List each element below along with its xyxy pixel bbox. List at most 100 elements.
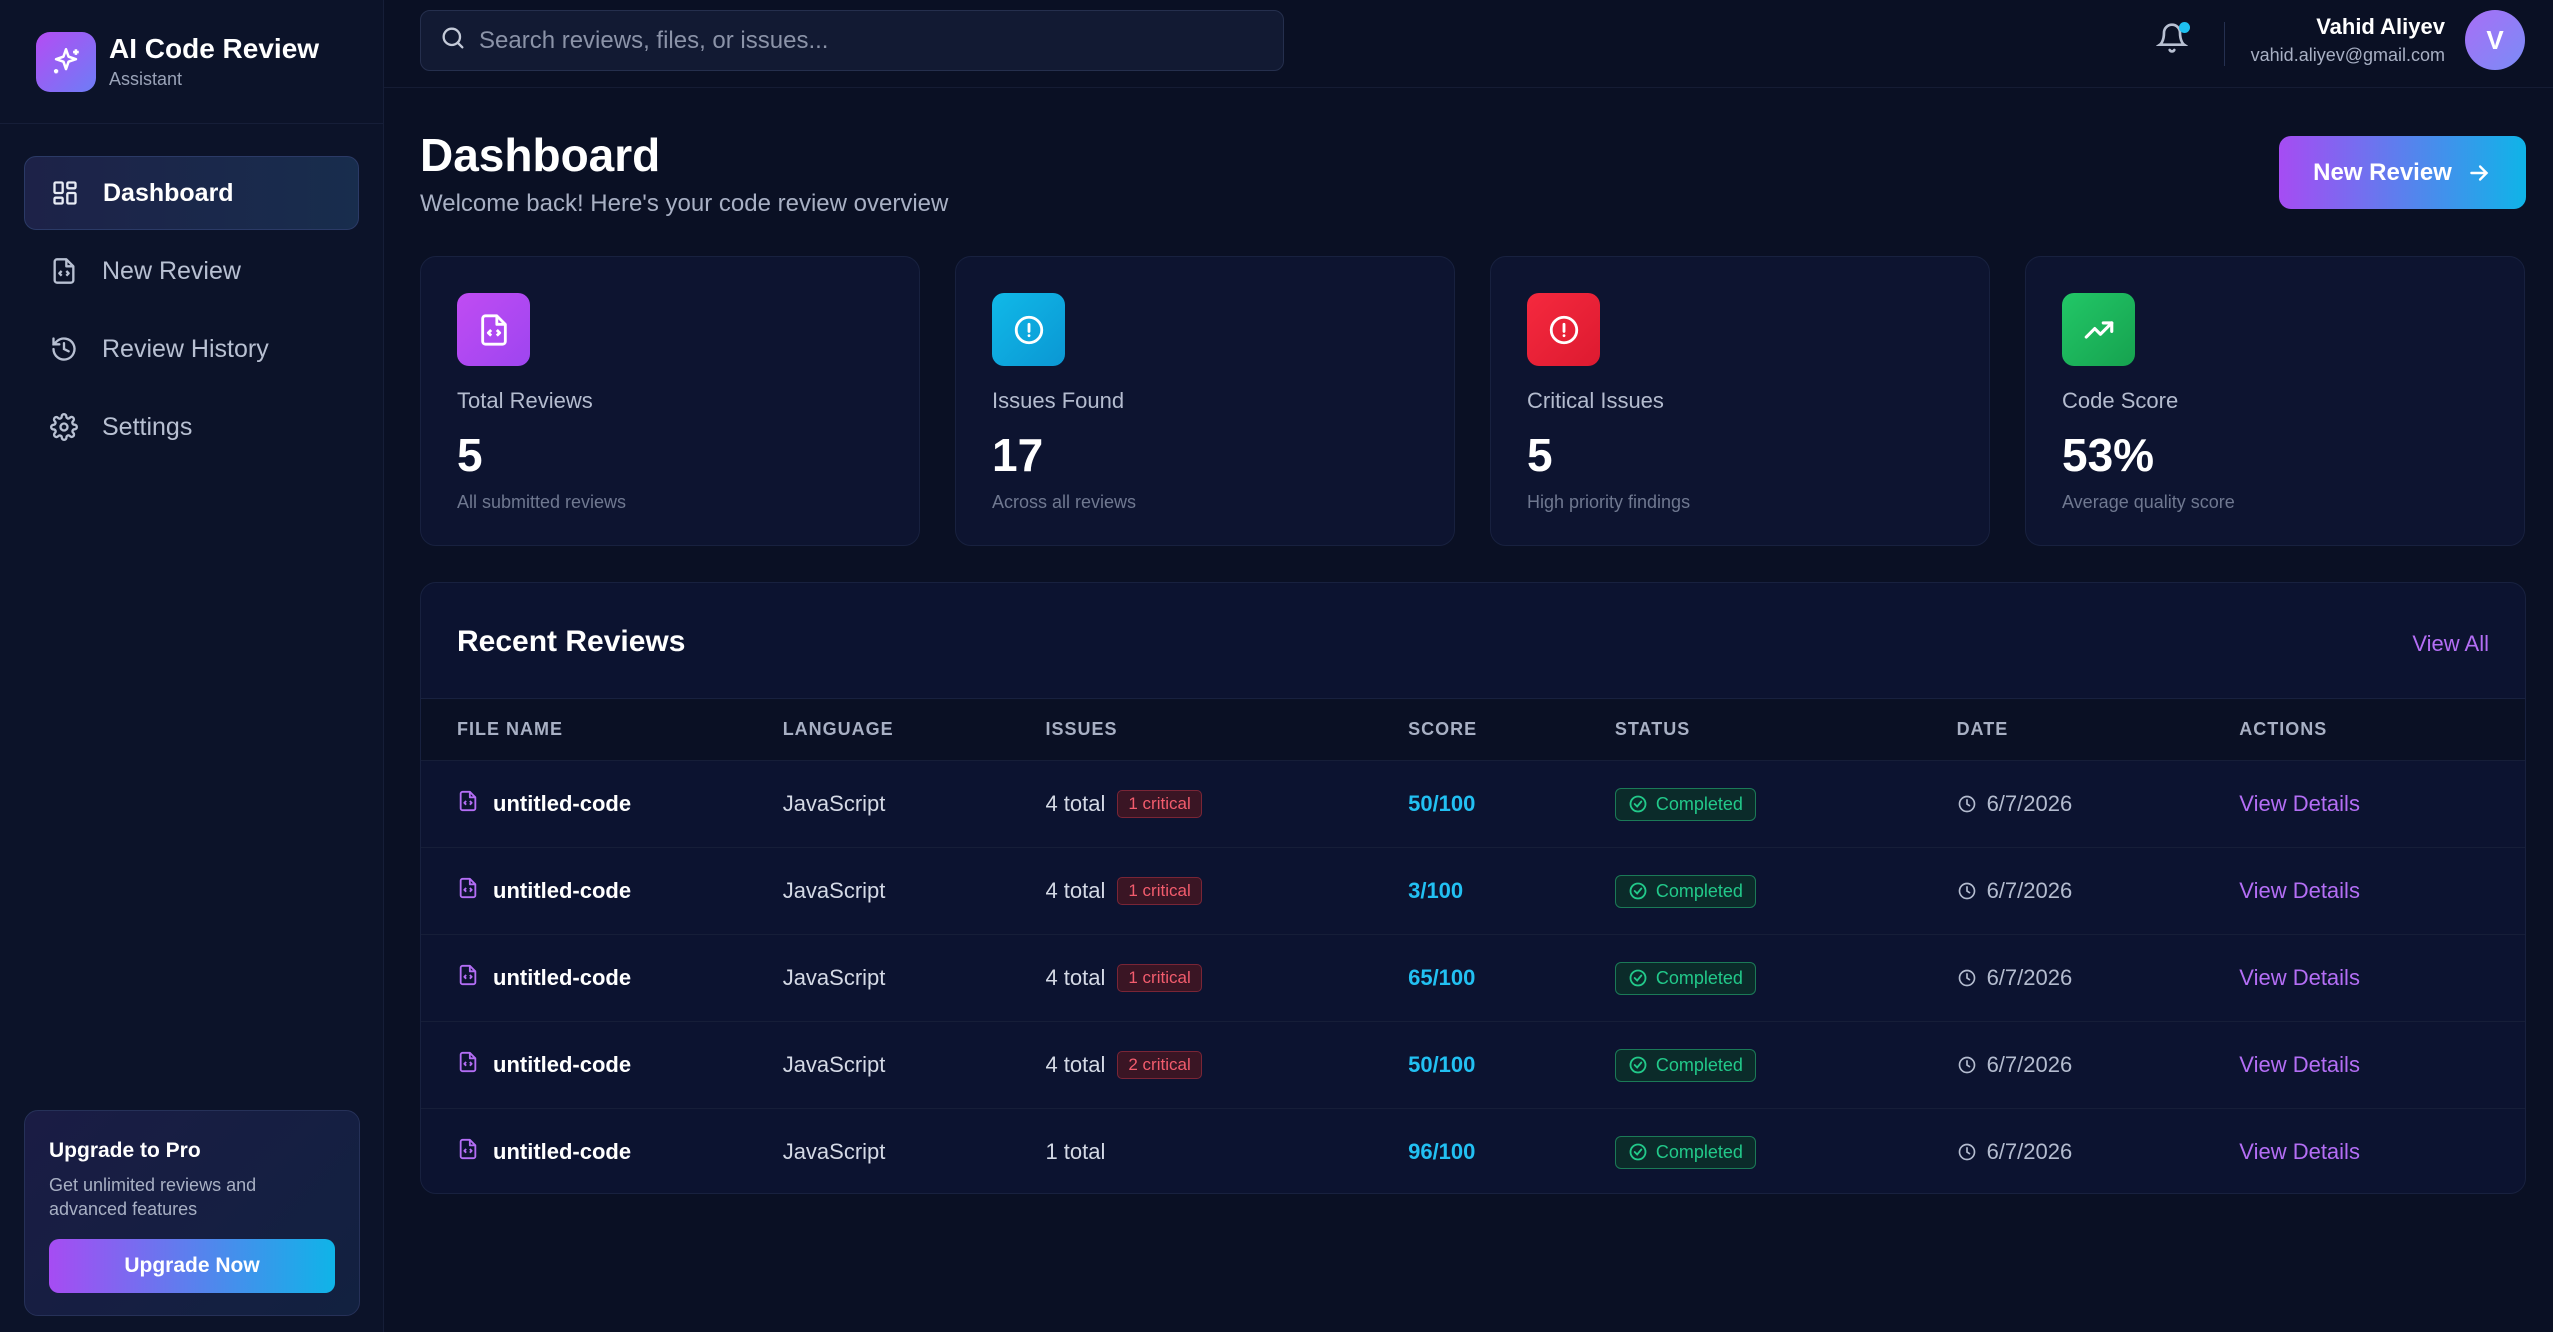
file-code-icon: [457, 293, 530, 366]
file-code-icon: [457, 1138, 479, 1166]
view-all-link[interactable]: View All: [2412, 631, 2489, 657]
language: JavaScript: [782, 878, 886, 903]
stat-note: Across all reviews: [992, 492, 1137, 512]
history-icon: [50, 334, 80, 364]
issue-count: 4 total: [1045, 965, 1106, 990]
stat-label: Critical Issues: [1527, 388, 1664, 413]
language: JavaScript: [782, 1139, 886, 1164]
clock-icon: [1958, 882, 1975, 900]
trending-up-icon: [2062, 293, 2135, 366]
notification-bell-button[interactable]: [2155, 22, 2190, 56]
issue-count: 1 total: [1045, 1139, 1106, 1164]
score: 3/100: [1408, 878, 1464, 903]
search-input[interactable]: [479, 26, 1259, 55]
status-badge: Completed: [1614, 787, 1756, 821]
view-details-link[interactable]: View Details: [2239, 1052, 2360, 1077]
sidebar-item-label: Review History: [102, 334, 269, 363]
sparkles-icon: [36, 31, 96, 92]
stat-value: 17: [992, 429, 1044, 481]
sidebar-item-new-review[interactable]: New Review: [24, 234, 359, 308]
view-details-link[interactable]: View Details: [2239, 791, 2360, 816]
critical-badge: 2 critical: [1117, 1051, 1202, 1079]
sidebar-item-review-history[interactable]: Review History: [24, 312, 359, 386]
sidebar: AI Code Review Assistant Dashboard New R…: [0, 0, 384, 1332]
language: JavaScript: [782, 1052, 886, 1077]
view-details-link[interactable]: View Details: [2239, 878, 2360, 903]
arrow-right-icon: [2470, 164, 2489, 181]
issue-count: 4 total: [1045, 878, 1106, 903]
status-label: Completed: [1655, 1141, 1743, 1162]
sidebar-item-label: Dashboard: [103, 178, 234, 207]
stat-value: 53%: [2062, 429, 2155, 481]
stat-note: High priority findings: [1527, 492, 1691, 512]
file-name: untitled-code: [493, 1139, 632, 1164]
check-circle-icon: [1629, 795, 1647, 813]
user-email: vahid.aliyev@gmail.com: [2250, 45, 2445, 65]
brand: AI Code Review Assistant: [0, 0, 383, 124]
status-label: Completed: [1655, 1054, 1743, 1075]
clock-icon: [1958, 1143, 1975, 1161]
status-label: Completed: [1655, 880, 1743, 901]
stat-note: Average quality score: [2062, 492, 2235, 512]
column-header: STATUS: [1614, 719, 1691, 739]
alert-circle-icon: [992, 293, 1065, 366]
sidebar-item-label: Settings: [102, 412, 193, 441]
score: 50/100: [1408, 791, 1476, 816]
grid-icon: [51, 178, 81, 208]
column-header: LANGUAGE: [782, 719, 894, 739]
stat-label: Issues Found: [992, 388, 1125, 413]
table-row: untitled-code JavaScript 4 total 1 criti…: [421, 934, 2525, 1021]
stat-value: 5: [457, 429, 483, 481]
page-subtitle: Welcome back! Here's your code review ov…: [420, 190, 949, 217]
status-label: Completed: [1655, 967, 1743, 988]
table-row: untitled-code JavaScript 1 total 96/100 …: [421, 1108, 2525, 1193]
file-name: untitled-code: [493, 1052, 632, 1077]
sidebar-nav: Dashboard New Review Review History Sett…: [0, 124, 383, 464]
new-review-button[interactable]: New Review: [2279, 136, 2526, 209]
score: 96/100: [1408, 1139, 1476, 1164]
topbar: Vahid Aliyev vahid.aliyev@gmail.com V: [384, 0, 2553, 88]
table-body: untitled-code JavaScript 4 total 1 criti…: [421, 760, 2525, 1193]
table-row: untitled-code JavaScript 4 total 1 criti…: [421, 847, 2525, 934]
table-row: untitled-code JavaScript 4 total 2 criti…: [421, 1021, 2525, 1108]
language: JavaScript: [782, 965, 886, 990]
upgrade-title: Upgrade to Pro: [49, 1139, 201, 1162]
sidebar-item-label: New Review: [102, 256, 241, 285]
critical-badge: 1 critical: [1117, 964, 1202, 992]
review-date: 6/7/2026: [1986, 791, 2073, 816]
file-code-icon: [50, 256, 80, 286]
notification-dot: [2179, 22, 2190, 33]
file-name: untitled-code: [493, 878, 632, 903]
column-header: ISSUES: [1045, 719, 1118, 739]
upgrade-now-button[interactable]: Upgrade Now: [49, 1239, 335, 1293]
stat-card-code-score: Code Score 53% Average quality score: [2025, 256, 2525, 546]
clock-icon: [1958, 795, 1975, 813]
status-badge: Completed: [1614, 1135, 1756, 1169]
check-circle-icon: [1629, 1056, 1647, 1074]
search-icon: [439, 24, 467, 57]
column-header: ACTIONS: [2239, 719, 2328, 739]
sidebar-item-dashboard[interactable]: Dashboard: [24, 156, 359, 230]
brand-subtitle: Assistant: [109, 69, 183, 89]
main-content: Vahid Aliyev vahid.aliyev@gmail.com V Da…: [384, 0, 2553, 1332]
stat-label: Code Score: [2062, 388, 2179, 413]
table-row: untitled-code JavaScript 4 total 1 criti…: [421, 760, 2525, 847]
review-date: 6/7/2026: [1986, 1139, 2073, 1164]
check-circle-icon: [1629, 882, 1647, 900]
stat-card-issues-found: Issues Found 17 Across all reviews: [955, 256, 1455, 546]
avatar[interactable]: V: [2465, 10, 2525, 70]
check-circle-icon: [1629, 969, 1647, 987]
critical-badge: 1 critical: [1117, 790, 1202, 818]
view-details-link[interactable]: View Details: [2239, 965, 2360, 990]
user-name: Vahid Aliyev: [2316, 14, 2445, 39]
search-bar[interactable]: [420, 10, 1284, 71]
score: 65/100: [1408, 965, 1476, 990]
page-title: Dashboard: [420, 129, 661, 181]
user-menu[interactable]: Vahid Aliyev vahid.aliyev@gmail.com V: [2251, 10, 2525, 70]
sidebar-item-settings[interactable]: Settings: [24, 390, 359, 464]
view-details-link[interactable]: View Details: [2239, 1139, 2360, 1164]
language: JavaScript: [782, 791, 886, 816]
column-header: FILE NAME: [457, 719, 563, 739]
alert-circle-icon: [1527, 293, 1600, 366]
brand-title: AI Code Review: [109, 33, 320, 64]
